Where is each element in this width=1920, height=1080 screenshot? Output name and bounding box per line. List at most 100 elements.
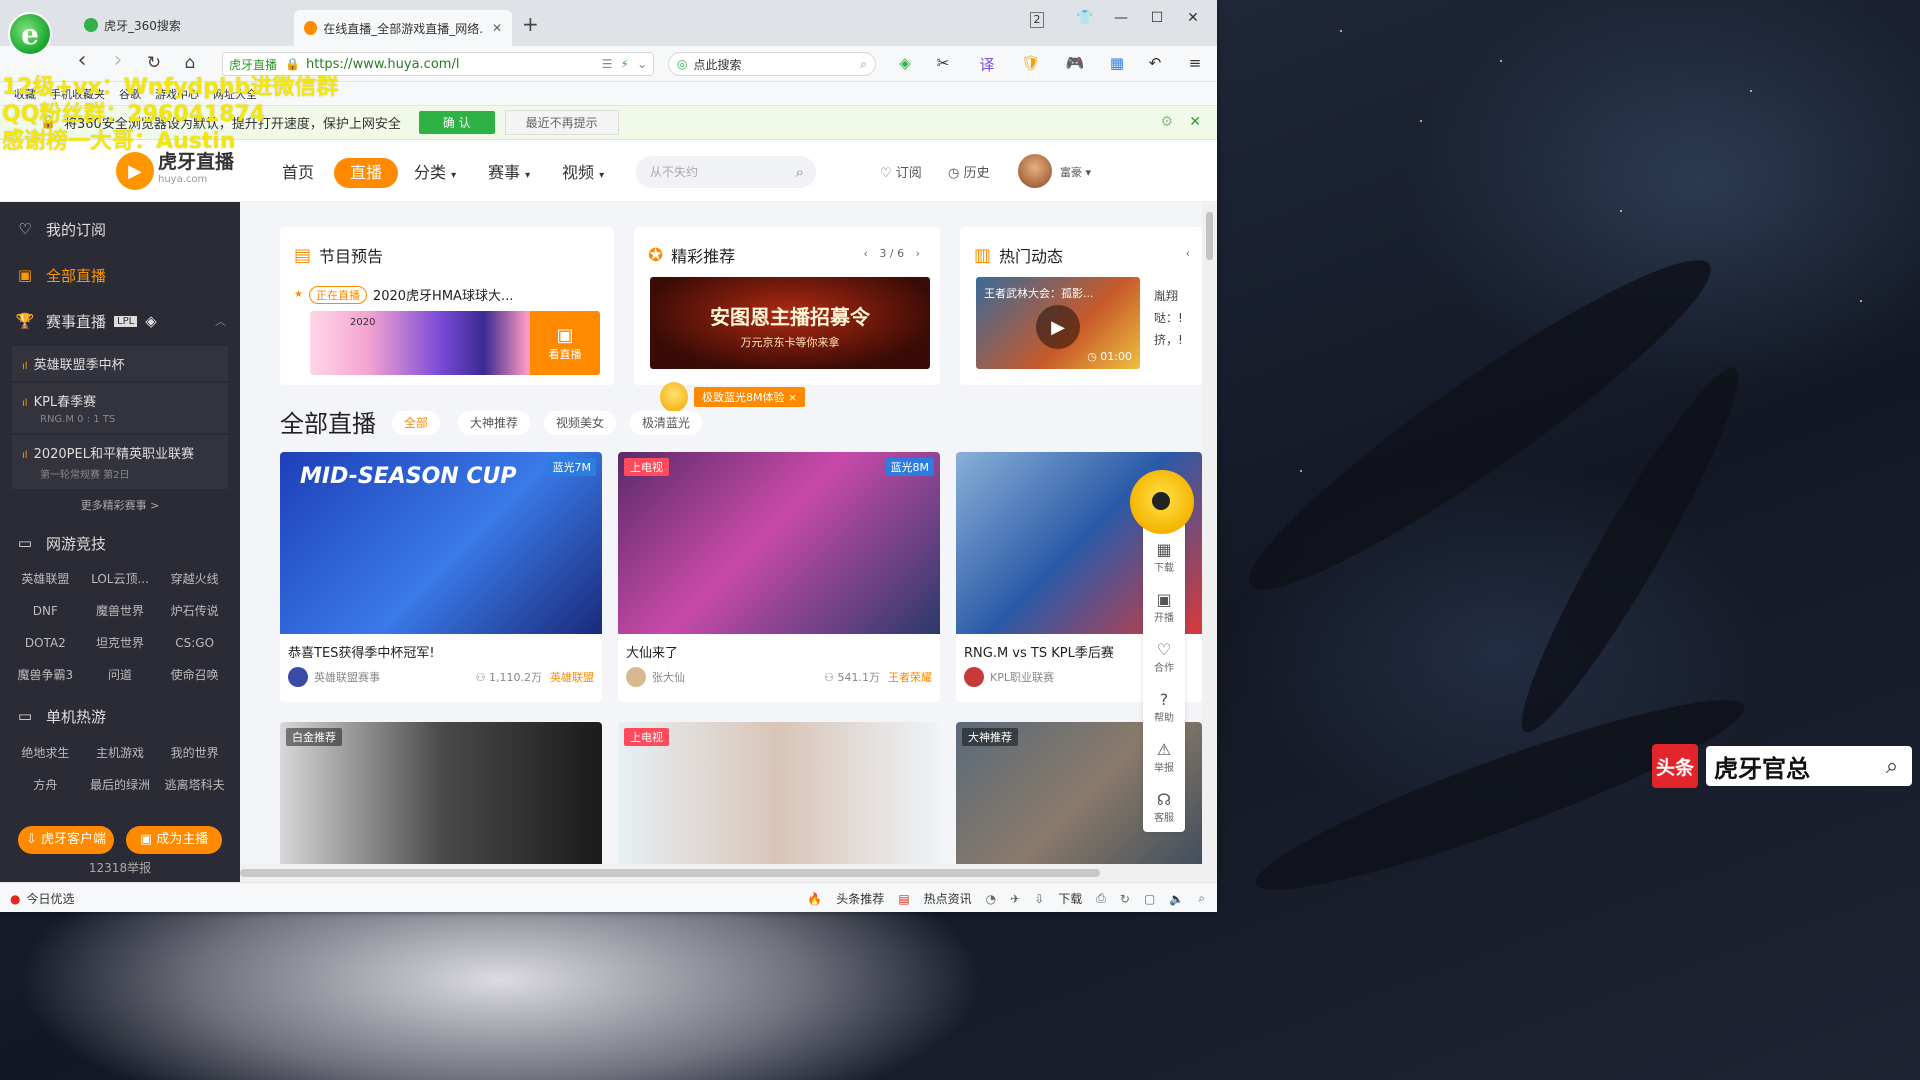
filter-god-recommend[interactable]: 大神推荐 — [458, 411, 531, 435]
new-tab-button[interactable]: + — [522, 12, 539, 36]
nav-category[interactable]: 分类 ▾ — [414, 158, 456, 188]
chevron-right-icon[interactable]: › — [916, 247, 920, 260]
event-item[interactable]: ıl 英雄联盟季中杯 — [12, 346, 228, 381]
skin-icon[interactable]: 👕 — [1070, 10, 1100, 26]
featured-pager[interactable]: ‹ 3 / 6 › — [863, 247, 920, 260]
bookmark-item[interactable]: 收藏 — [14, 86, 36, 102]
live-card[interactable]: 上电视 — [618, 722, 940, 864]
game-link[interactable]: 英雄联盟 — [10, 563, 81, 595]
window-icon[interactable]: ▢ — [1144, 892, 1155, 906]
zoom-icon[interactable]: ⌕ — [1198, 891, 1205, 906]
chevron-left-icon[interactable]: ‹ — [1186, 247, 1190, 260]
maximize-button[interactable]: ☐ — [1142, 10, 1172, 26]
chevron-up-icon[interactable]: ︿ — [215, 313, 226, 329]
shield-icon[interactable]: 🛡 — [1016, 54, 1046, 72]
forward-button[interactable]: › — [106, 48, 130, 73]
sidebar-item-subscriptions[interactable]: ♡ 我的订阅 — [0, 206, 240, 252]
lightning-icon[interactable]: ⚡ — [621, 57, 629, 71]
huya-mascot-icon[interactable] — [1130, 470, 1194, 534]
nav-home[interactable]: 首页 — [282, 158, 314, 188]
nav-live[interactable]: 直播 — [334, 158, 399, 188]
client-download-button[interactable]: ⇩ 虎牙客户端 — [18, 826, 114, 854]
filter-all[interactable]: 全部 — [392, 411, 441, 435]
chevron-down-icon[interactable]: ⌄ — [637, 57, 647, 71]
game-link[interactable]: DNF — [10, 595, 81, 627]
live-thumbnail[interactable]: MID-SEASON CUP 蓝光7M — [280, 452, 602, 634]
event-item[interactable]: ıl 2020PEL和平精英职业联赛 第一轮常规赛 第2日 — [12, 435, 228, 489]
game-tag[interactable]: 王者荣耀 — [888, 669, 932, 685]
floatbar-report[interactable]: ⚠ 举报 — [1143, 732, 1185, 782]
tab-huya-search[interactable]: 虎牙_360搜索 — [74, 10, 280, 40]
menu-icon[interactable]: ≡ — [1180, 54, 1210, 72]
game-link[interactable]: 魔兽世界 — [85, 595, 156, 627]
gear-icon[interactable]: ⚙ — [1160, 114, 1173, 130]
browser-search-input[interactable]: ◎ 点此搜索 ⌕ — [668, 52, 876, 76]
download-link[interactable]: 下载 — [1058, 890, 1082, 907]
event-item[interactable]: ıl KPL春季赛 RNG.M 0 : 1 TS — [12, 383, 228, 433]
rocket-icon[interactable]: ✈ — [1010, 892, 1020, 906]
featured-banner-image[interactable]: 安图恩主播招募令 万元京东卡等你来拿 — [650, 277, 930, 369]
game-link[interactable]: 逃离塔科夫 — [159, 769, 230, 801]
report-link[interactable]: 12318举报 — [0, 859, 240, 876]
home-button[interactable]: ⌂ — [178, 53, 202, 73]
game-link[interactable]: 绝地求生 — [10, 737, 81, 769]
nav-events[interactable]: 赛事 ▾ — [488, 158, 530, 188]
hot-news-link[interactable]: 热点资讯 — [924, 890, 972, 907]
user-level[interactable]: 富豪 ▾ — [1060, 164, 1091, 180]
watch-live-button[interactable]: ▣ 看直播 — [530, 311, 600, 375]
game-link[interactable]: LOL云顶... — [85, 563, 156, 595]
printer-icon[interactable]: ⎙ — [1096, 891, 1106, 906]
more-events-link[interactable]: 更多精彩赛事 > — [0, 491, 240, 523]
extensions-icon[interactable]: ▦ — [1102, 54, 1132, 72]
bookmark-item[interactable]: 手机收藏夹 — [50, 86, 105, 102]
360-browser-logo-icon[interactable]: e — [8, 12, 52, 56]
subscribe-link[interactable]: ♡ 订阅 — [880, 162, 922, 181]
floatbar-cooperate[interactable]: ♡ 合作 — [1143, 632, 1185, 682]
search-icon[interactable]: ⌕ — [1872, 754, 1912, 779]
history-link[interactable]: ◷ 历史 — [948, 162, 990, 181]
game-link[interactable]: 最后的绿洲 — [85, 769, 156, 801]
game-link[interactable]: 炉石传说 — [159, 595, 230, 627]
scrollbar-thumb[interactable] — [240, 869, 1100, 877]
close-icon[interactable]: ✕ — [1189, 114, 1201, 130]
preview-item[interactable]: ★ 正在直播 2020虎牙HMA球球大... — [294, 285, 513, 304]
sidebar-item-esports[interactable]: 🏆 赛事直播 LPL ◈ ︿ — [0, 298, 240, 344]
floatbar-help[interactable]: ? 帮助 — [1143, 682, 1185, 732]
bookmark-item[interactable]: 网址大全 — [213, 86, 257, 102]
huya-search-input[interactable]: 从不失约 ⌕ — [636, 156, 816, 188]
promo-tag[interactable]: 极致蓝光8M体验 × — [660, 382, 806, 412]
floatbar-service[interactable]: ☊ 客服 — [1143, 782, 1185, 832]
live-card[interactable]: 白金推荐 — [280, 722, 602, 864]
chevron-left-icon[interactable]: ‹ — [863, 247, 867, 260]
undo-icon[interactable]: ↶ — [1140, 54, 1170, 72]
screenshot-icon[interactable]: ✂ — [928, 54, 958, 72]
search-icon[interactable]: ⌕ — [860, 57, 867, 72]
headline-link[interactable]: 头条推荐 — [836, 890, 884, 907]
filter-bluray[interactable]: 极清蓝光 — [630, 411, 703, 435]
floatbar-start-stream[interactable]: ▣ 开播 — [1143, 582, 1185, 632]
confirm-default-button[interactable]: 确 认 — [418, 111, 495, 134]
speed-icon[interactable]: ◔ — [986, 892, 996, 906]
minimize-button[interactable]: — — [1106, 10, 1136, 26]
dont-remind-button[interactable]: 最近不再提示 — [504, 110, 619, 135]
game-link[interactable]: CS:GO — [159, 627, 230, 659]
live-thumbnail[interactable]: 白金推荐 — [280, 722, 602, 864]
desktop-search-widget[interactable]: 头条 虎牙官总 ⌕ — [1652, 744, 1912, 788]
reader-icon[interactable]: ☰ — [602, 57, 613, 71]
reload-button[interactable]: ↻ — [142, 53, 166, 73]
url-field[interactable]: 虎牙直播 🔒 https://www.huya.com/l ☰ ⚡ ⌄ — [222, 52, 654, 76]
game-link[interactable]: 方舟 — [10, 769, 81, 801]
sidebar-item-single-games[interactable]: ▭ 单机热游 — [0, 695, 240, 737]
live-thumbnail[interactable]: 上电视 蓝光8M — [618, 452, 940, 634]
today-picks-link[interactable]: 今日优选 — [26, 890, 74, 907]
bookmark-item[interactable]: 游戏中心 — [155, 86, 199, 102]
preview-banner-image[interactable]: 2020 ▣ 看直播 — [310, 311, 600, 375]
huya-logo[interactable]: ▶ 虎牙直播 huya.com — [116, 152, 234, 190]
game-tag[interactable]: 英雄联盟 — [550, 669, 594, 685]
game-link[interactable]: 使命召唤 — [159, 659, 230, 691]
game-link[interactable]: 主机游戏 — [85, 737, 156, 769]
game-link[interactable]: 坦克世界 — [85, 627, 156, 659]
security-icon[interactable]: ◈ — [890, 54, 920, 72]
sidebar-item-all-live[interactable]: ▣ 全部直播 — [0, 252, 240, 298]
live-card[interactable]: 上电视 蓝光8M 大仙来了 张大仙 ⚇ 541.1万 王者荣耀 — [618, 452, 940, 702]
